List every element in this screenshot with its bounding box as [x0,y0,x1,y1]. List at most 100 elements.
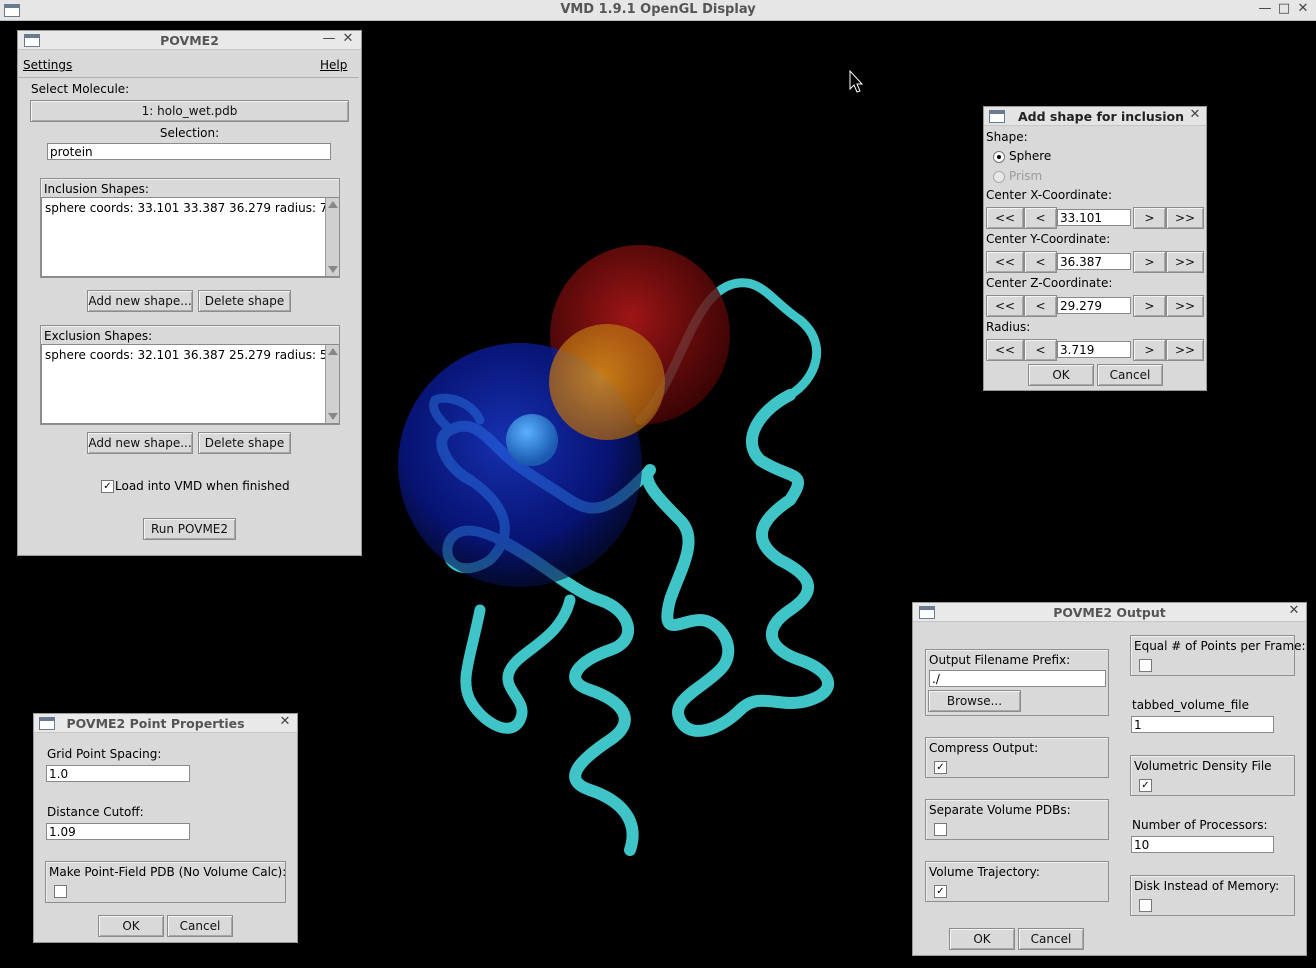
x-decrease-button[interactable]: < [1024,207,1057,229]
grid-spacing-label: Grid Point Spacing: [47,747,162,761]
close-icon[interactable]: ✕ [1187,107,1203,123]
disk-group: Disk Instead of Memory: [1130,875,1295,916]
run-povme2-button[interactable]: Run POVME2 [143,518,236,540]
center-x-input[interactable]: 33.101 [1057,209,1131,226]
x-increase-large-button[interactable]: >> [1166,207,1204,229]
cancel-button[interactable]: Cancel [167,915,233,937]
help-menu[interactable]: Help [320,58,347,72]
add-shape-window: Add shape for inclusion ✕ Shape: Sphere … [983,106,1207,391]
center-z-label: Center Z-Coordinate: [986,276,1113,290]
y-increase-button[interactable]: > [1133,251,1166,273]
prism-radio [993,171,1005,183]
maximize-icon[interactable]: □ [1276,1,1292,17]
close-icon[interactable]: ✕ [277,714,293,730]
exclusion-shapes-list[interactable]: sphere coords: 32.101 36.387 25.279 radi… [41,344,340,424]
processors-input[interactable]: 10 [1131,836,1274,853]
disk-checkbox[interactable] [1139,899,1152,912]
mouse-cursor-icon [849,69,864,93]
selection-label: Selection: [159,126,220,140]
compress-checkbox[interactable]: ✓ [934,761,947,774]
trajectory-checkbox[interactable]: ✓ [934,885,947,898]
povme2-title-bar: POVME2 — ✕ [18,31,361,50]
z-decrease-button[interactable]: < [1024,295,1057,317]
x-increase-button[interactable]: > [1133,207,1166,229]
point-field-checkbox[interactable] [54,885,67,898]
radius-label: Radius: [986,320,1031,334]
r-decrease-large-button[interactable]: << [986,339,1024,361]
minimize-icon[interactable]: — [321,31,337,47]
inclusion-shapes-label: Inclusion Shapes: [44,182,149,196]
sphere-radio[interactable] [993,151,1005,163]
load-into-vmd-checkbox[interactable]: ✓ [101,480,114,493]
equal-points-checkbox[interactable] [1139,659,1152,672]
distance-cutoff-input[interactable]: 1.09 [46,823,190,840]
browse-button[interactable]: Browse... [928,690,1021,712]
z-increase-button[interactable]: > [1133,295,1166,317]
x-decrease-large-button[interactable]: << [986,207,1024,229]
add-shape-title-bar: Add shape for inclusion ✕ [984,107,1206,126]
y-decrease-button[interactable]: < [1024,251,1057,273]
r-increase-large-button[interactable]: >> [1166,339,1204,361]
tabbed-volume-input[interactable]: 1 [1131,716,1274,733]
scroll-up-icon[interactable] [328,348,338,355]
scroll-up-icon[interactable] [328,201,338,208]
prefix-input[interactable]: ./ [929,670,1106,687]
inclusion-shapes-list[interactable]: sphere coords: 33.101 33.387 36.279 radi… [41,197,340,277]
r-decrease-button[interactable]: < [1024,339,1057,361]
compress-group: Compress Output: ✓ [925,737,1109,778]
scrollbar[interactable] [325,345,339,423]
z-decrease-large-button[interactable]: << [986,295,1024,317]
close-icon[interactable]: ✕ [340,31,356,47]
separate-group: Separate Volume PDBs: [925,799,1109,840]
delete-exclusion-shape-button[interactable]: Delete shape [198,432,291,454]
selection-input[interactable]: protein [47,143,331,160]
y-increase-large-button[interactable]: >> [1166,251,1204,273]
center-x-label: Center X-Coordinate: [986,188,1112,202]
scrollbar[interactable] [325,198,339,276]
z-increase-large-button[interactable]: >> [1166,295,1204,317]
close-icon[interactable]: ✕ [1286,603,1302,619]
r-increase-button[interactable]: > [1133,339,1166,361]
add-exclusion-shape-button[interactable]: Add new shape... [87,432,193,454]
povme2-title: POVME2 [160,33,219,48]
small-sphere [506,414,558,466]
ok-button[interactable]: OK [1028,364,1094,386]
list-item[interactable]: sphere coords: 32.101 36.387 25.279 radi… [45,348,339,362]
grid-spacing-input[interactable]: 1.0 [46,765,190,782]
point-properties-title-bar: POVME2 Point Properties ✕ [34,714,297,733]
y-decrease-large-button[interactable]: << [986,251,1024,273]
add-inclusion-shape-button[interactable]: Add new shape... [87,290,193,312]
close-icon[interactable]: ✕ [1295,1,1311,17]
center-y-input[interactable]: 36.387 [1057,253,1131,270]
prefix-label: Output Filename Prefix: [929,653,1071,667]
ok-button[interactable]: OK [98,915,164,937]
settings-menu[interactable]: Settings [23,58,72,72]
distance-cutoff-label: Distance Cutoff: [47,805,144,819]
point-properties-title: POVME2 Point Properties [66,716,245,731]
separate-checkbox[interactable] [934,823,947,836]
povme2-window: POVME2 — ✕ Settings Help Select Molecule… [17,30,362,556]
density-checkbox[interactable]: ✓ [1139,779,1152,792]
equal-points-group: Equal # of Points per Frame: [1130,635,1306,676]
minimize-icon[interactable]: — [1257,1,1273,17]
molecule-menubutton[interactable]: 1: holo_wet.pdb [30,100,349,122]
density-group: Volumetric Density File ✓ [1130,755,1295,796]
center-z-input[interactable]: 29.279 [1057,297,1131,314]
point-field-label: Make Point-Field PDB (No Volume Calc): [49,865,287,879]
cancel-button[interactable]: Cancel [1018,928,1084,950]
disk-label: Disk Instead of Memory: [1134,879,1280,893]
prefix-group: Output Filename Prefix: ./ Browse... [925,649,1109,716]
sphere-label: Sphere [1009,149,1052,163]
cancel-button[interactable]: Cancel [1097,364,1163,386]
scroll-down-icon[interactable] [328,413,338,420]
list-item[interactable]: sphere coords: 33.101 33.387 36.279 radi… [45,201,339,215]
center-y-label: Center Y-Coordinate: [986,232,1111,246]
shape-label: Shape: [986,130,1028,144]
ok-button[interactable]: OK [949,928,1015,950]
output-window: POVME2 Output ✕ Output Filename Prefix: … [912,602,1307,956]
scroll-down-icon[interactable] [328,266,338,273]
delete-inclusion-shape-button[interactable]: Delete shape [198,290,291,312]
select-molecule-label: Select Molecule: [31,82,130,96]
radius-input[interactable]: 3.719 [1057,341,1131,358]
output-title-bar: POVME2 Output ✕ [913,603,1306,622]
